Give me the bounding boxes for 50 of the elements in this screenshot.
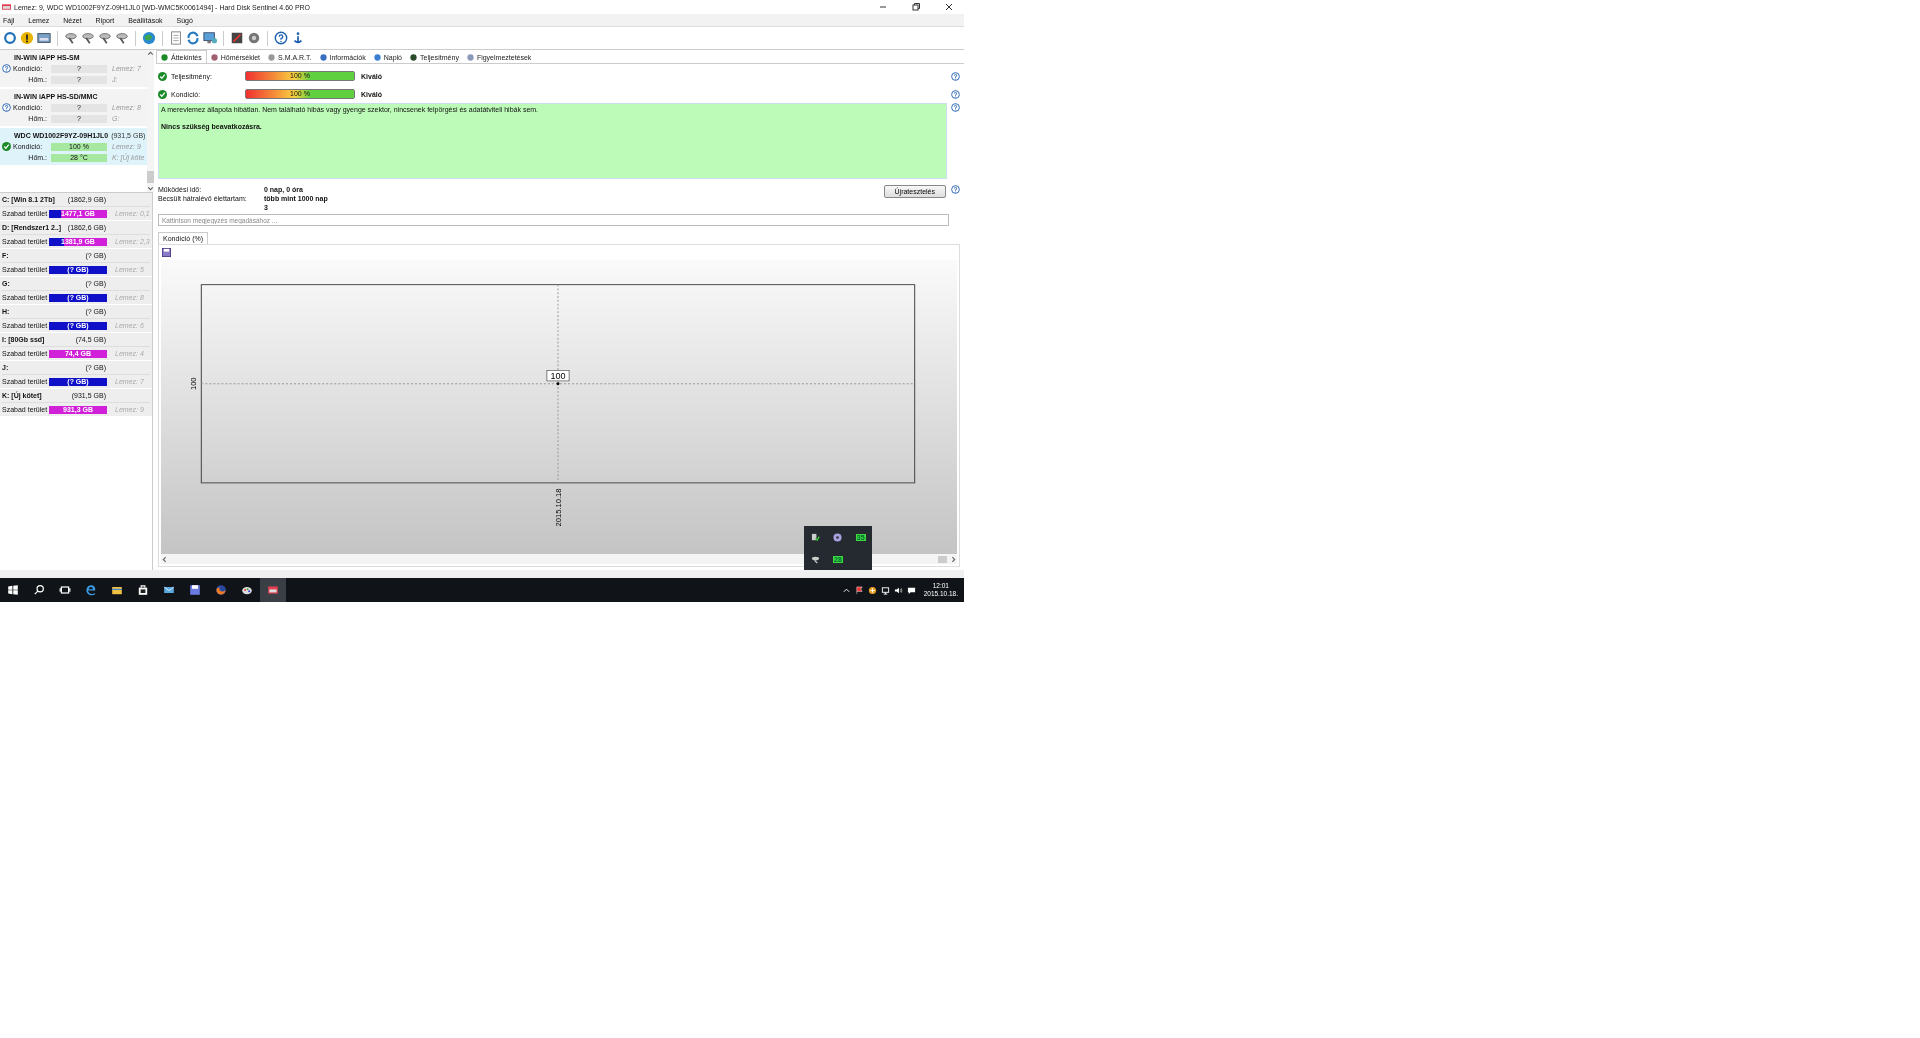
check-icon bbox=[2, 142, 11, 151]
chip-icon[interactable] bbox=[230, 31, 244, 45]
scrollbar[interactable] bbox=[147, 50, 155, 192]
data-point bbox=[556, 382, 560, 386]
probe-icon[interactable] bbox=[810, 554, 820, 564]
disc-icon[interactable] bbox=[833, 532, 843, 542]
app-icon bbox=[2, 3, 11, 11]
globe-icon[interactable] bbox=[142, 31, 156, 45]
point-label: 100 bbox=[546, 370, 570, 382]
probe-icon[interactable] bbox=[64, 31, 78, 45]
document-icon[interactable] bbox=[169, 31, 183, 45]
info-icon[interactable] bbox=[291, 31, 305, 45]
scroll-thumb[interactable] bbox=[938, 555, 947, 563]
help-icon[interactable] bbox=[951, 89, 960, 99]
check-icon bbox=[158, 89, 167, 99]
close-button[interactable] bbox=[944, 2, 954, 12]
probe-icon[interactable] bbox=[81, 31, 95, 45]
help-icon[interactable] bbox=[951, 71, 960, 81]
network-icon[interactable] bbox=[880, 585, 890, 595]
volume-icon[interactable] bbox=[893, 585, 903, 595]
sync-icon[interactable] bbox=[186, 31, 200, 45]
app-icon[interactable] bbox=[260, 577, 286, 602]
x-axis-date: 2015.10.18 bbox=[553, 488, 564, 527]
help-icon bbox=[2, 103, 11, 112]
help-icon[interactable] bbox=[274, 31, 288, 45]
dot-icon bbox=[373, 54, 381, 61]
y-axis-mark: 100 bbox=[189, 377, 199, 391]
dot-icon bbox=[268, 54, 276, 61]
flag-icon[interactable] bbox=[854, 585, 864, 595]
monitor-icon[interactable] bbox=[203, 31, 217, 45]
help-icon[interactable] bbox=[951, 103, 960, 112]
refresh-icon[interactable] bbox=[3, 31, 17, 45]
probe-icon[interactable] bbox=[98, 31, 112, 45]
scrollbar[interactable] bbox=[161, 554, 957, 564]
scroll-thumb[interactable] bbox=[147, 171, 155, 183]
settings-icon[interactable] bbox=[247, 31, 261, 45]
dot-icon bbox=[466, 54, 474, 61]
dot-icon bbox=[161, 53, 168, 61]
notification-icon[interactable] bbox=[906, 585, 916, 595]
warning-icon[interactable] bbox=[20, 31, 34, 45]
dot-icon bbox=[319, 54, 327, 61]
check-icon bbox=[158, 71, 167, 81]
help-icon bbox=[2, 64, 11, 73]
shield-icon[interactable] bbox=[867, 585, 877, 595]
save-icon[interactable] bbox=[162, 248, 171, 257]
probe-icon[interactable] bbox=[115, 31, 129, 45]
restore-button[interactable] bbox=[911, 2, 921, 12]
dot-icon bbox=[410, 54, 417, 61]
help-icon[interactable] bbox=[951, 185, 960, 194]
dot-icon bbox=[210, 54, 218, 61]
